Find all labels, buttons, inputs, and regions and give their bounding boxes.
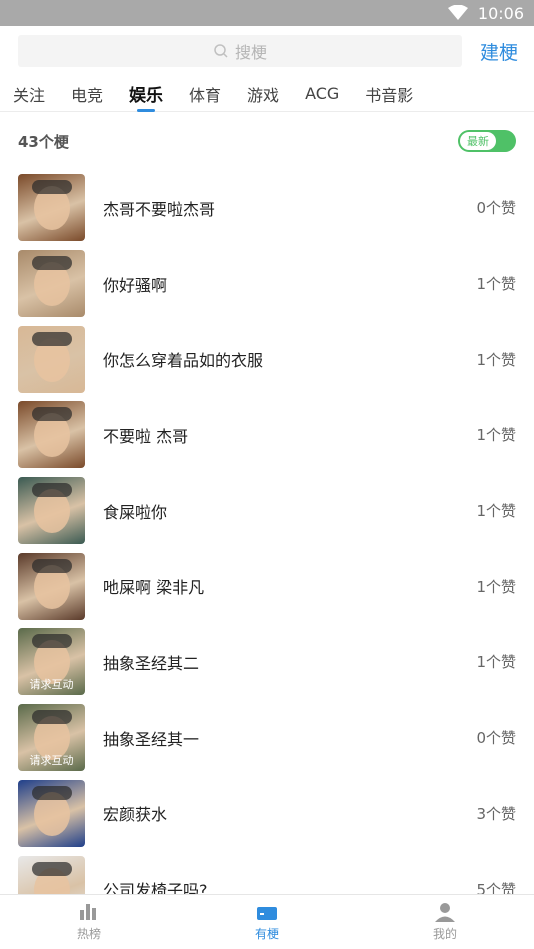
meme-thumbnail: 请求互动 [18, 628, 85, 696]
item-count: 43个梗 [18, 132, 69, 151]
list-item[interactable]: 杰哥不要啦杰哥 0个赞 [0, 170, 534, 246]
create-button[interactable]: 建梗 [480, 38, 518, 65]
like-count[interactable]: 1个赞 [476, 500, 516, 521]
like-count[interactable]: 0个赞 [476, 197, 516, 218]
item-title: 抽象圣经其二 [103, 653, 200, 673]
nav-label: 有梗 [254, 927, 279, 941]
face-icon [32, 256, 72, 307]
item-title: 你怎么穿着品如的衣服 [103, 351, 264, 371]
item-title: 抽象圣经其一 [103, 729, 200, 749]
nav-label: 我的 [432, 927, 457, 941]
like-count[interactable]: 3个赞 [476, 803, 516, 824]
sort-label: 最新 [460, 132, 496, 150]
face-icon [32, 558, 72, 609]
nav-label: 热榜 [76, 927, 101, 941]
tab-2[interactable]: 娱乐 [129, 76, 163, 112]
face-icon [32, 180, 72, 231]
nav-item-2[interactable]: 我的 [356, 895, 534, 949]
summary-bar: 43个梗 最新 [0, 112, 534, 170]
person-icon [435, 903, 455, 922]
top-bar: 搜梗 建梗 [0, 26, 534, 76]
card-icon [257, 907, 277, 920]
thumbnail-caption: 请求互动 [29, 678, 74, 692]
status-bar: 10:06 [0, 0, 534, 26]
meme-thumbnail [18, 477, 85, 545]
item-title: 食屎啦你 [103, 502, 168, 522]
item-title: 吔屎啊 梁非凡 [103, 578, 205, 598]
list-item[interactable]: 食屎啦你 1个赞 [0, 473, 534, 549]
search-placeholder: 搜梗 [234, 43, 267, 62]
meme-thumbnail [18, 779, 85, 847]
thumbnail-caption: 请求互动 [29, 754, 74, 768]
meme-thumbnail [18, 174, 85, 242]
list-item[interactable]: 吔屎啊 梁非凡 1个赞 [0, 548, 534, 624]
nav-item-1[interactable]: 有梗 [178, 895, 356, 949]
tab-6[interactable]: 书音影 [365, 76, 413, 112]
like-count[interactable]: 1个赞 [476, 349, 516, 370]
sort-toggle[interactable]: 最新 [458, 130, 516, 152]
category-tabs: 关注 电竞 娱乐 体育 游戏 ACG 书音影 [0, 76, 534, 112]
list-item[interactable]: 宏颜获水 3个赞 [0, 776, 534, 852]
meme-thumbnail [18, 325, 85, 393]
tab-4[interactable]: 游戏 [247, 76, 279, 112]
meme-thumbnail [18, 552, 85, 620]
like-count[interactable]: 1个赞 [476, 273, 516, 294]
like-count[interactable]: 1个赞 [476, 651, 516, 672]
like-count[interactable]: 1个赞 [476, 424, 516, 445]
wifi-icon [447, 5, 468, 20]
list-item[interactable]: 请求互动 抽象圣经其二 1个赞 [0, 624, 534, 700]
meme-thumbnail [18, 250, 85, 318]
item-title: 不要啦 杰哥 [103, 426, 189, 446]
face-icon [32, 483, 72, 534]
tab-3[interactable]: 体育 [189, 76, 221, 112]
item-title: 宏颜获水 [103, 805, 168, 825]
list-item[interactable]: 你好骚啊 1个赞 [0, 246, 534, 322]
bar-chart-icon [80, 904, 96, 920]
search-icon [214, 44, 228, 58]
face-icon [32, 407, 72, 458]
item-title: 你好骚啊 [103, 275, 168, 295]
face-icon [32, 785, 72, 836]
like-count[interactable]: 0个赞 [476, 727, 516, 748]
face-icon [32, 331, 72, 382]
tab-5[interactable]: ACG [305, 76, 339, 112]
item-title: 杰哥不要啦杰哥 [103, 199, 216, 219]
meme-thumbnail: 请求互动 [18, 704, 85, 772]
meme-thumbnail [18, 401, 85, 469]
status-time: 10:06 [477, 3, 524, 23]
list-item[interactable]: 请求互动 抽象圣经其一 0个赞 [0, 700, 534, 776]
nav-item-0[interactable]: 热榜 [0, 895, 178, 949]
tab-1[interactable]: 电竞 [71, 76, 103, 112]
tab-0[interactable]: 关注 [13, 76, 45, 112]
search-input[interactable]: 搜梗 [18, 35, 462, 67]
bottom-nav: 热榜 有梗 我的 [0, 894, 534, 949]
list-item[interactable]: 你怎么穿着品如的衣服 1个赞 [0, 321, 534, 397]
list-item[interactable]: 不要啦 杰哥 1个赞 [0, 397, 534, 473]
like-count[interactable]: 1个赞 [476, 576, 516, 597]
meme-list: 杰哥不要啦杰哥 0个赞 你好骚啊 1个赞 你怎么穿着品如的衣服 1个赞 不要啦 杰哥 1个赞食… [0, 170, 534, 927]
